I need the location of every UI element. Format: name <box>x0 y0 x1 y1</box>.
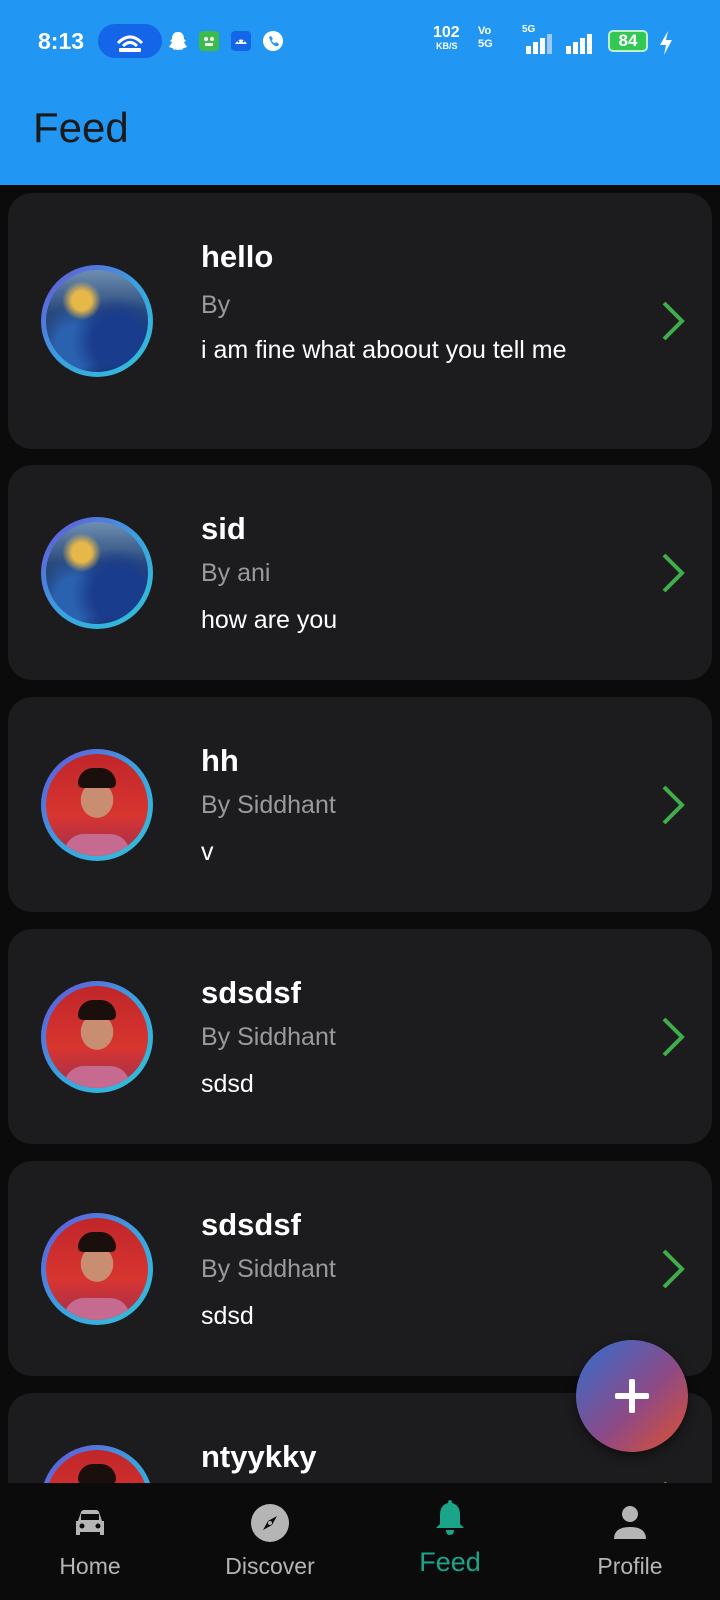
post-author: By <box>201 291 231 319</box>
nav-discover[interactable]: Discover <box>180 1483 360 1600</box>
post-author: By ani <box>201 559 271 587</box>
chevron-right-icon[interactable] <box>658 1247 688 1291</box>
post-title: sdsdsf <box>201 1207 301 1242</box>
signal-icon <box>526 34 552 54</box>
person-photo <box>46 754 148 856</box>
nav-home[interactable]: Home <box>0 1483 180 1600</box>
post-body: v <box>201 838 214 866</box>
status-time: 8:13 <box>38 28 85 54</box>
feed-card[interactable]: sdsdsf By Siddhant sdsd <box>8 1161 712 1376</box>
post-body: how are you <box>201 606 338 634</box>
signal-icon-2 <box>566 34 592 54</box>
post-author: By Siddhant <box>201 1255 336 1283</box>
chevron-right-icon[interactable] <box>658 299 688 343</box>
chevron-right-icon[interactable] <box>658 551 688 595</box>
post-title: ntyykky <box>201 1439 317 1474</box>
car-icon <box>76 1510 104 1535</box>
avatar <box>41 1445 153 1483</box>
person-photo <box>46 986 148 1088</box>
post-body: sdsd <box>201 1302 254 1330</box>
bell-icon <box>436 1500 464 1535</box>
plus-icon <box>615 1379 649 1413</box>
post-author: By Siddhant <box>201 791 336 819</box>
add-post-button[interactable] <box>576 1340 688 1452</box>
feed-card[interactable]: sdsdsf By Siddhant sdsd <box>8 929 712 1144</box>
avatar <box>41 981 153 1093</box>
net-speed-value: 102 <box>433 24 460 41</box>
globe-image <box>46 522 148 624</box>
call-app-icon <box>263 31 283 51</box>
bottom-navigation: Home Discover Feed Profile <box>0 1483 720 1600</box>
globe-image <box>46 270 148 372</box>
post-title: hello <box>201 239 274 274</box>
avatar <box>41 517 153 629</box>
nav-profile[interactable]: Profile <box>540 1483 720 1600</box>
nav-label: Profile <box>597 1553 663 1579</box>
app-bar: 8:13 102 KB/S Vo 5G 5G 84 Feed <box>0 0 720 185</box>
app-notification-icon <box>199 31 219 51</box>
battery-level: 84 <box>608 30 648 52</box>
nav-label: Feed <box>419 1547 481 1577</box>
person-icon <box>614 1506 646 1539</box>
person-photo <box>46 1450 148 1483</box>
post-body: i am fine what aboout you tell me <box>201 336 567 364</box>
avatar <box>41 265 153 377</box>
nav-label: Home <box>59 1553 121 1579</box>
android-icon <box>231 31 251 51</box>
nav-feed[interactable]: Feed <box>360 1483 540 1600</box>
feed-card[interactable]: hello By i am fine what aboout you tell … <box>8 193 712 449</box>
avatar <box>41 749 153 861</box>
post-author: By Siddhant <box>201 1023 336 1051</box>
volte-top: Vo <box>478 25 492 37</box>
post-title: sdsdsf <box>201 975 301 1010</box>
post-title: hh <box>201 743 239 778</box>
volte-bottom: 5G <box>478 38 493 50</box>
page-title: Feed <box>33 104 129 151</box>
snapchat-icon <box>169 32 187 50</box>
person-photo <box>46 1218 148 1320</box>
hotspot-indicator <box>98 24 162 58</box>
hotspot-icon <box>116 35 144 52</box>
charging-icon <box>660 31 672 55</box>
feed-list[interactable]: hello By i am fine what aboout you tell … <box>0 185 720 1483</box>
chevron-right-icon[interactable] <box>658 1015 688 1059</box>
post-title: sid <box>201 511 246 546</box>
nav-label: Discover <box>225 1553 315 1579</box>
compass-icon <box>251 1504 289 1542</box>
status-bar: 8:13 102 KB/S Vo 5G 5G 84 <box>0 20 720 64</box>
feed-card[interactable]: sid By ani how are you <box>8 465 712 680</box>
feed-card[interactable]: hh By Siddhant v <box>8 697 712 912</box>
avatar <box>41 1213 153 1325</box>
post-body: sdsd <box>201 1070 254 1098</box>
chevron-right-icon[interactable] <box>658 783 688 827</box>
net-speed-unit: KB/S <box>436 41 458 51</box>
